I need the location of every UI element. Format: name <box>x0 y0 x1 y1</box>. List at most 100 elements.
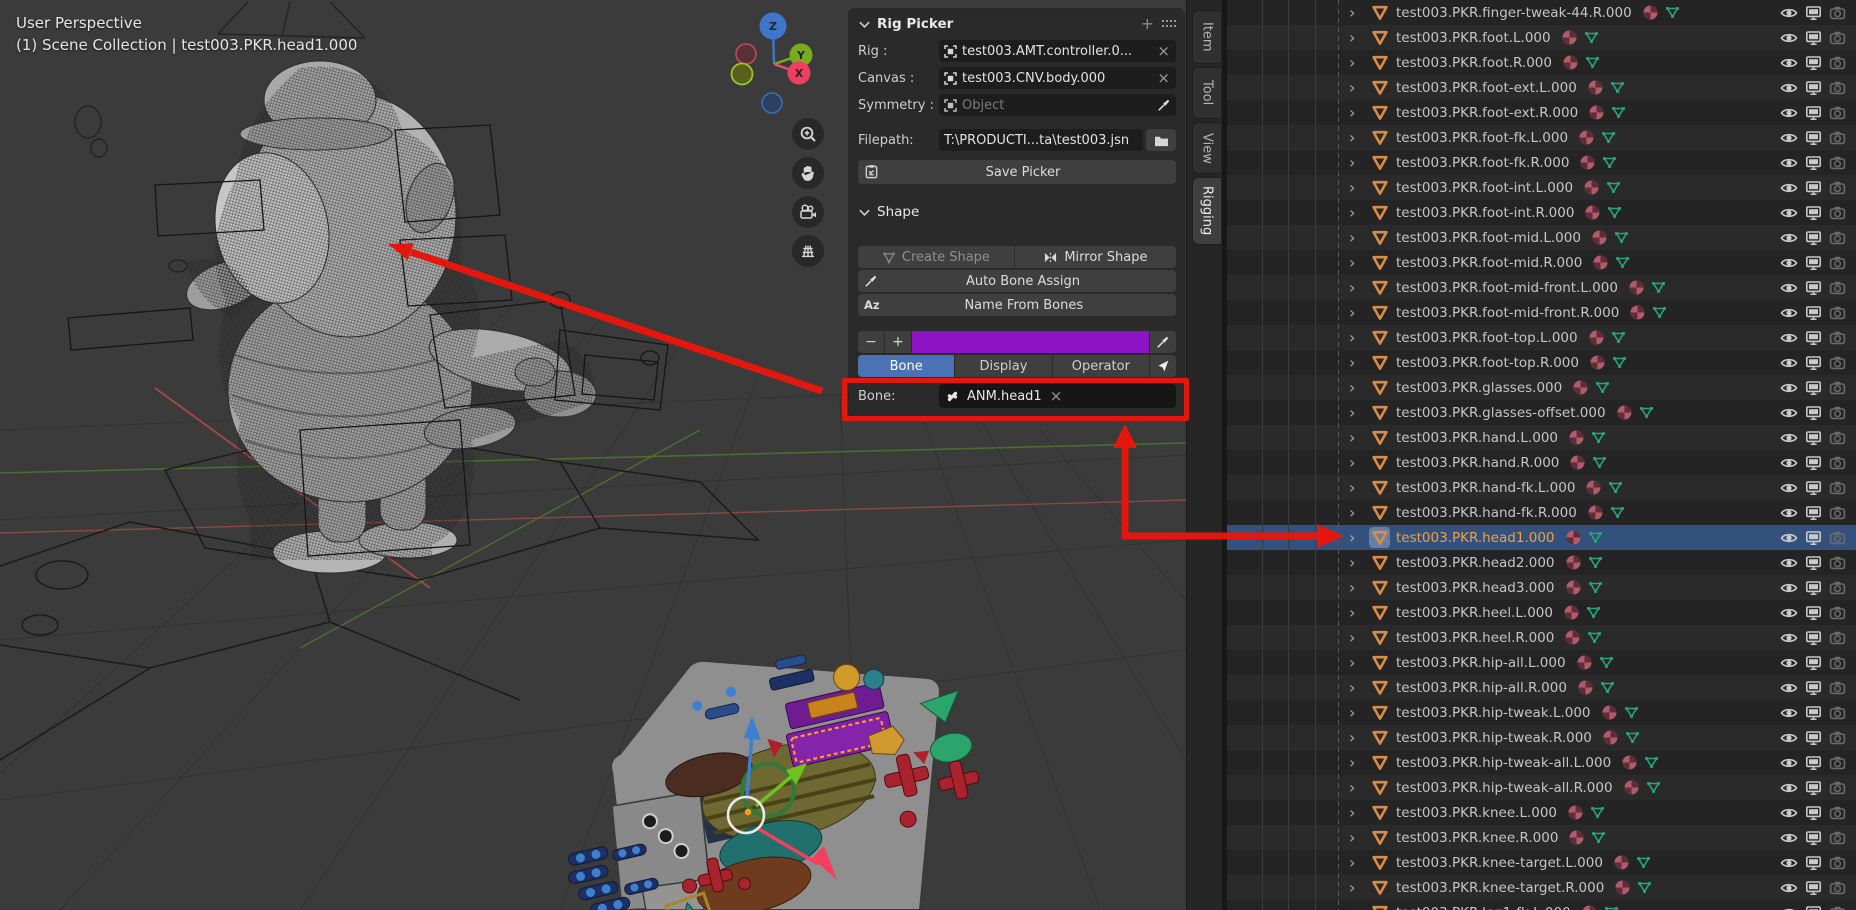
tab-operator[interactable]: Operator <box>1053 355 1149 377</box>
expand-chevron[interactable]: › <box>1349 805 1369 821</box>
eye-icon[interactable] <box>1780 81 1798 95</box>
camera-icon[interactable] <box>1829 655 1846 670</box>
outliner-row[interactable]: › test003.PKR.hand.L.000 <box>1227 425 1856 450</box>
outliner-row[interactable]: › test003.PKR.glasses-offset.000 <box>1227 400 1856 425</box>
eye-icon[interactable] <box>1780 606 1798 620</box>
camera-icon[interactable] <box>1829 880 1846 895</box>
monitor-icon[interactable] <box>1805 405 1822 421</box>
monitor-icon[interactable] <box>1805 230 1822 246</box>
outliner-row[interactable]: › test003.PKR.hand-fk.L.000 <box>1227 475 1856 500</box>
camera-icon[interactable] <box>1829 755 1846 770</box>
monitor-icon[interactable] <box>1805 880 1822 896</box>
monitor-icon[interactable] <box>1805 705 1822 721</box>
expand-chevron[interactable]: › <box>1349 230 1369 246</box>
eye-icon[interactable] <box>1780 106 1798 120</box>
3d-viewport[interactable]: User Perspective (1) Scene Collection | … <box>0 0 1186 910</box>
eye-icon[interactable] <box>1780 331 1798 345</box>
expand-chevron[interactable]: › <box>1349 155 1369 171</box>
expand-chevron[interactable]: › <box>1349 455 1369 471</box>
eye-icon[interactable] <box>1780 531 1798 545</box>
canvas-field[interactable]: test003.CNV.body.000 × <box>939 67 1176 89</box>
eye-icon[interactable] <box>1780 781 1798 795</box>
camera-icon[interactable] <box>1829 430 1846 445</box>
monitor-icon[interactable] <box>1805 355 1822 371</box>
camera-icon[interactable] <box>1829 705 1846 720</box>
expand-chevron[interactable]: › <box>1349 380 1369 396</box>
camera-icon[interactable] <box>1829 5 1846 20</box>
eye-icon[interactable] <box>1780 656 1798 670</box>
eye-icon[interactable] <box>1780 381 1798 395</box>
camera-icon[interactable] <box>1829 830 1846 845</box>
expand-chevron[interactable]: › <box>1349 430 1369 446</box>
symmetry-field[interactable]: Object <box>939 94 1176 116</box>
clear-bone-icon[interactable]: × <box>1049 389 1064 404</box>
monitor-icon[interactable] <box>1805 855 1822 871</box>
outliner-row[interactable]: › test003.PKR.head2.000 <box>1227 550 1856 575</box>
camera-icon[interactable] <box>1829 280 1846 295</box>
outliner-row[interactable]: › test003.PKR.foot.R.000 <box>1227 50 1856 75</box>
camera-icon[interactable] <box>1829 905 1846 910</box>
expand-chevron[interactable]: › <box>1349 405 1369 421</box>
camera-icon[interactable] <box>1829 380 1846 395</box>
monitor-icon[interactable] <box>1805 605 1822 621</box>
eye-icon[interactable] <box>1780 156 1798 170</box>
expand-chevron[interactable]: › <box>1349 905 1369 910</box>
browse-filepath-button[interactable] <box>1146 129 1176 151</box>
camera-icon[interactable] <box>1829 105 1846 120</box>
outliner-row[interactable]: › test003.PKR.knee.R.000 <box>1227 825 1856 850</box>
outliner-row[interactable]: › test003.PKR.head3.000 <box>1227 575 1856 600</box>
shape-color-swatch[interactable] <box>912 331 1149 353</box>
outliner-row[interactable]: › test003.PKR.hip-all.L.000 <box>1227 650 1856 675</box>
camera-view-button[interactable] <box>792 196 824 228</box>
add-color-button[interactable]: + <box>885 331 911 353</box>
ortho-toggle-button[interactable] <box>792 235 824 267</box>
chevron-down-icon[interactable] <box>858 18 871 31</box>
outliner-row[interactable]: › test003.PKR.foot-top.R.000 <box>1227 350 1856 375</box>
eye-icon[interactable] <box>1780 481 1798 495</box>
monitor-icon[interactable] <box>1805 180 1822 196</box>
camera-icon[interactable] <box>1829 330 1846 345</box>
eye-icon[interactable] <box>1780 306 1798 320</box>
outliner-row[interactable]: › test003.PKR.heel.L.000 <box>1227 600 1856 625</box>
expand-chevron[interactable]: › <box>1349 280 1369 296</box>
outliner-row[interactable]: › test003.PKR.foot-mid-front.R.000 <box>1227 300 1856 325</box>
camera-icon[interactable] <box>1829 405 1846 420</box>
expand-chevron[interactable]: › <box>1349 330 1369 346</box>
expand-chevron[interactable]: › <box>1349 780 1369 796</box>
eye-icon[interactable] <box>1780 556 1798 570</box>
monitor-icon[interactable] <box>1805 905 1822 910</box>
remove-color-button[interactable]: − <box>858 331 884 353</box>
eye-icon[interactable] <box>1780 31 1798 45</box>
monitor-icon[interactable] <box>1805 330 1822 346</box>
camera-icon[interactable] <box>1829 680 1846 695</box>
expand-chevron[interactable]: › <box>1349 255 1369 271</box>
monitor-icon[interactable] <box>1805 730 1822 746</box>
camera-icon[interactable] <box>1829 255 1846 270</box>
outliner-row[interactable]: › test003.PKR.foot-mid.L.000 <box>1227 225 1856 250</box>
monitor-icon[interactable] <box>1805 455 1822 471</box>
expand-chevron[interactable]: › <box>1349 880 1369 896</box>
monitor-icon[interactable] <box>1805 805 1822 821</box>
camera-icon[interactable] <box>1829 205 1846 220</box>
monitor-icon[interactable] <box>1805 105 1822 121</box>
monitor-icon[interactable] <box>1805 205 1822 221</box>
expand-chevron[interactable]: › <box>1349 480 1369 496</box>
outliner-row[interactable]: › test003.PKR.knee.L.000 <box>1227 800 1856 825</box>
camera-icon[interactable] <box>1829 555 1846 570</box>
expand-chevron[interactable]: › <box>1349 5 1369 21</box>
expand-chevron[interactable]: › <box>1349 705 1369 721</box>
tab-display[interactable]: Display <box>955 355 1051 377</box>
camera-icon[interactable] <box>1829 155 1846 170</box>
expand-chevron[interactable]: › <box>1349 630 1369 646</box>
name-from-bones-button[interactable]: Az Name From Bones <box>858 294 1176 316</box>
eyedropper-icon[interactable] <box>1157 98 1171 112</box>
add-icon[interactable]: + <box>1141 16 1154 32</box>
monitor-icon[interactable] <box>1805 305 1822 321</box>
outliner-row[interactable]: › test003.PKR.head1.000 <box>1227 525 1856 550</box>
expand-chevron[interactable]: › <box>1349 305 1369 321</box>
expand-chevron[interactable]: › <box>1349 205 1369 221</box>
camera-icon[interactable] <box>1829 855 1846 870</box>
monitor-icon[interactable] <box>1805 580 1822 596</box>
create-shape-button[interactable]: Create Shape <box>858 246 1014 268</box>
eye-icon[interactable] <box>1780 706 1798 720</box>
